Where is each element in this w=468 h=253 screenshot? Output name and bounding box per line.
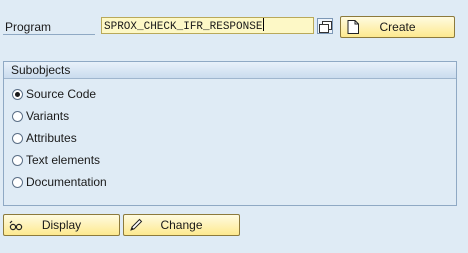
label-underline xyxy=(3,34,95,35)
radio-label: Source Code xyxy=(26,87,97,101)
radio-button[interactable] xyxy=(12,176,23,188)
radio-label: Text elements xyxy=(26,153,101,167)
create-button-label: Create xyxy=(379,20,416,34)
radio-button[interactable] xyxy=(12,154,23,166)
display-button-label: Display xyxy=(41,218,82,232)
radio-text-elements[interactable]: Text elements xyxy=(12,152,100,168)
pencil-icon xyxy=(130,218,143,231)
subobjects-title: Subobjects xyxy=(4,62,456,79)
subobjects-group: Subobjects Source Code Variants Attribut… xyxy=(3,61,457,206)
value-help-button[interactable] xyxy=(317,18,333,34)
change-button-label: Change xyxy=(160,218,203,232)
new-document-icon xyxy=(347,20,359,34)
radio-variants[interactable]: Variants xyxy=(12,108,69,124)
text-cursor xyxy=(263,18,265,31)
radio-source-code[interactable]: Source Code xyxy=(12,86,96,102)
program-label: Program xyxy=(5,20,52,34)
radio-button[interactable] xyxy=(12,132,23,144)
radio-label: Attributes xyxy=(26,131,77,145)
program-name-value: SPROX_CHECK_IFR_RESPONSE xyxy=(104,21,263,33)
create-button[interactable]: Create xyxy=(340,16,455,38)
program-name-input[interactable]: SPROX_CHECK_IFR_RESPONSE xyxy=(101,17,314,34)
change-button[interactable]: Change xyxy=(123,214,240,236)
radio-label: Variants xyxy=(26,109,70,123)
glasses-icon xyxy=(9,220,23,231)
radio-button[interactable] xyxy=(12,110,23,122)
radio-label: Documentation xyxy=(26,175,107,189)
radio-documentation[interactable]: Documentation xyxy=(12,174,107,190)
radio-attributes[interactable]: Attributes xyxy=(12,130,77,146)
display-button[interactable]: Display xyxy=(3,214,120,236)
radio-button-selected[interactable] xyxy=(12,88,23,100)
